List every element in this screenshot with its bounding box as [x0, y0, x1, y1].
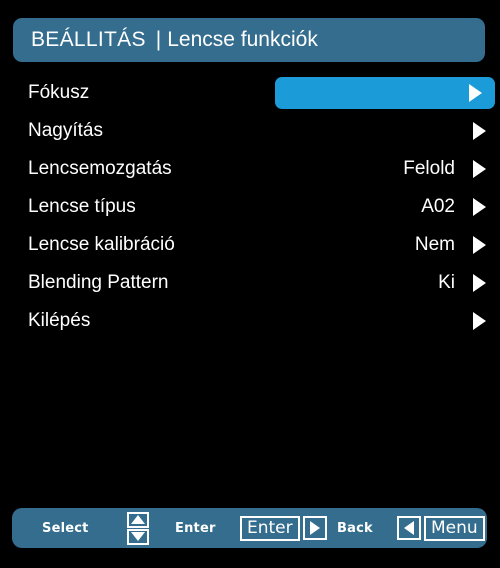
menu-title-bar: BEÁLLITÁS | Lencse funkciók — [13, 18, 485, 62]
triangle-up-icon — [131, 515, 145, 524]
menu-list: Fókusz Nagyítás Lencsemozgatás Felold Le… — [0, 74, 500, 340]
title-separator: | — [155, 28, 162, 51]
footer-back-label: Back — [337, 520, 373, 536]
key-menu-button[interactable]: Menu — [424, 515, 485, 541]
triangle-left-icon — [404, 521, 414, 535]
footer-select-keys[interactable] — [127, 508, 149, 548]
key-left-button[interactable] — [397, 516, 421, 540]
footer-select-label: Select — [42, 520, 89, 536]
chevron-right-icon — [469, 84, 482, 102]
menu-item-value: Nem — [414, 234, 455, 255]
menu-item-label: Fókusz — [28, 82, 90, 103]
menu-item-label: Nagyítás — [28, 120, 103, 141]
triangle-right-icon — [309, 521, 320, 535]
menu-item-label: Blending Pattern — [28, 272, 169, 293]
footer-enter-keys[interactable]: Enter — [240, 508, 327, 548]
footer-hint-bar: Select Enter Enter Back Menu — [12, 508, 487, 548]
osd-menu-screen: BEÁLLITÁS | Lencse funkciók Fókusz Nagyí… — [0, 0, 500, 568]
menu-item-fokusz[interactable]: Fókusz — [0, 74, 500, 112]
footer-back-hint: Back — [337, 508, 373, 548]
key-right-button[interactable] — [302, 516, 327, 540]
selection-highlight — [275, 77, 495, 109]
menu-item-value: Ki — [438, 272, 455, 293]
menu-item-lencse-tipus[interactable]: Lencse típus A02 — [0, 188, 500, 226]
footer-select-hint: Select — [42, 508, 89, 548]
chevron-right-icon — [473, 160, 486, 178]
footer-enter-hint: Enter — [175, 508, 216, 548]
menu-item-value: Felold — [403, 158, 455, 179]
chevron-right-icon — [473, 122, 486, 140]
menu-item-kilepes[interactable]: Kilépés — [0, 302, 500, 340]
key-enter-button[interactable]: Enter — [240, 515, 300, 541]
key-up-button[interactable] — [127, 511, 149, 528]
menu-item-label: Kilépés — [28, 310, 91, 331]
page-subtitle: Lencse funkciók — [167, 28, 318, 51]
menu-item-label: Lencse kalibráció — [28, 234, 175, 255]
footer-back-keys[interactable]: Menu — [397, 508, 485, 548]
key-down-button[interactable] — [127, 528, 149, 545]
menu-item-label: Lencsemozgatás — [28, 158, 172, 179]
menu-item-lencsemozgatas[interactable]: Lencsemozgatás Felold — [0, 150, 500, 188]
chevron-right-icon — [473, 198, 486, 216]
page-title: BEÁLLITÁS — [31, 28, 146, 51]
triangle-down-icon — [131, 532, 145, 541]
menu-item-value: A02 — [421, 196, 455, 217]
chevron-right-icon — [473, 312, 486, 330]
chevron-right-icon — [473, 236, 486, 254]
menu-item-lencse-kalibracio[interactable]: Lencse kalibráció Nem — [0, 226, 500, 264]
chevron-right-icon — [473, 274, 486, 292]
menu-item-nagyitas[interactable]: Nagyítás — [0, 112, 500, 150]
footer-enter-label: Enter — [175, 520, 216, 536]
menu-item-blending-pattern[interactable]: Blending Pattern Ki — [0, 264, 500, 302]
menu-item-label: Lencse típus — [28, 196, 136, 217]
